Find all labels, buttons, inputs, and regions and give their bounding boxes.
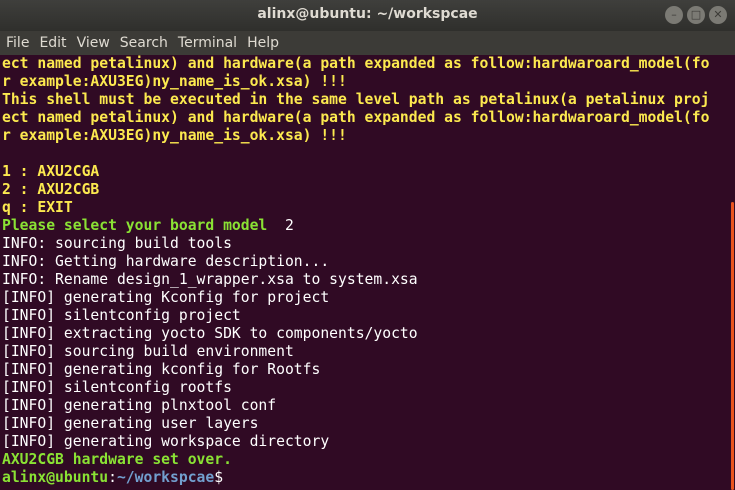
terminal-line: This shell must be executed in the same …	[2, 91, 726, 109]
close-icon[interactable]: ✕	[709, 6, 727, 24]
terminal-line-text: 1 : AXU2CGA	[2, 163, 100, 180]
terminal-line: Please select your board model 2	[2, 217, 726, 235]
menu-help[interactable]: Help	[243, 35, 283, 51]
terminal-line: [INFO] generating user layers	[2, 415, 726, 433]
terminal-line: [INFO] generating Kconfig for project	[2, 289, 726, 307]
terminal-line-text: [INFO] generating plnxtool conf	[2, 397, 277, 414]
terminal-line-text: ect named petalinux) and hardware(a path…	[2, 55, 710, 72]
minimize-icon[interactable]: –	[665, 6, 683, 24]
prompt-user-host: alinx@ubuntu	[2, 469, 109, 486]
scrollbar-thumb[interactable]	[731, 202, 734, 490]
terminal-line-text: INFO: sourcing build tools	[2, 235, 232, 252]
menu-view[interactable]: View	[73, 35, 114, 51]
prompt-symbol: $	[214, 469, 224, 486]
menu-bar: File Edit View Search Terminal Help	[0, 31, 735, 55]
menu-file[interactable]: File	[2, 35, 33, 51]
terminal-line: [INFO] sourcing build environment	[2, 343, 726, 361]
terminal-line-text: [INFO] generating kconfig for Rootfs	[2, 361, 321, 378]
terminal-line: INFO: Rename design_1_wrapper.xsa to sys…	[2, 271, 726, 289]
scrollbar[interactable]	[727, 55, 735, 490]
terminal-line-text: [INFO] silentconfig project	[2, 307, 241, 324]
terminal-line: [INFO] silentconfig rootfs	[2, 379, 726, 397]
terminal-line: 1 : AXU2CGA	[2, 163, 726, 181]
terminal-line-text: AXU2CGB hardware set over.	[2, 451, 232, 468]
terminal-line-text: [INFO] silentconfig rootfs	[2, 379, 232, 396]
terminal-line-text: [INFO] extracting yocto SDK to component…	[2, 325, 418, 342]
terminal-line: AXU2CGB hardware set over.	[2, 451, 726, 469]
terminal-line: r example:AXU3EG)ny_name_is_ok.xsa) !!!	[2, 127, 726, 145]
terminal-line: [INFO] generating plnxtool conf	[2, 397, 726, 415]
menu-search[interactable]: Search	[116, 35, 172, 51]
terminal-output[interactable]: ect named petalinux) and hardware(a path…	[0, 55, 726, 490]
terminal-line: 2 : AXU2CGB	[2, 181, 726, 199]
menu-terminal[interactable]: Terminal	[174, 35, 241, 51]
maximize-icon[interactable]: □	[687, 6, 705, 24]
terminal-line: [INFO] generating workspace directory	[2, 433, 726, 451]
terminal-line: r example:AXU3EG)ny_name_is_ok.xsa) !!!	[2, 73, 726, 91]
terminal-line-text: This shell must be executed in the same …	[2, 91, 710, 108]
terminal-line-text: r example:AXU3EG)ny_name_is_ok.xsa) !!!	[2, 73, 347, 90]
terminal-line-text: Please select your board model	[2, 217, 268, 234]
terminal-line: ect named petalinux) and hardware(a path…	[2, 55, 726, 73]
prompt-path: ~/workspcae	[116, 469, 215, 486]
user-input-text: 2	[267, 217, 294, 234]
terminal-line-text: [INFO] generating workspace directory	[2, 433, 330, 450]
terminal-line-text: 2 : AXU2CGB	[2, 181, 100, 198]
terminal-line: ect named petalinux) and hardware(a path…	[2, 109, 726, 127]
terminal-line: [INFO] generating kconfig for Rootfs	[2, 361, 726, 379]
menu-edit[interactable]: Edit	[35, 35, 70, 51]
terminal-line: q : EXIT	[2, 199, 726, 217]
terminal-line: INFO: Getting hardware description...	[2, 253, 726, 271]
terminal-line-text: [INFO] generating user layers	[2, 415, 259, 432]
prompt-separator: :	[108, 469, 117, 486]
terminal-line-text: r example:AXU3EG)ny_name_is_ok.xsa) !!!	[2, 127, 347, 144]
terminal-window: alinx@ubuntu: ~/workspcae – □ ✕ File Edi…	[0, 0, 735, 490]
terminal-line-text: [INFO] sourcing build environment	[2, 343, 294, 360]
title-bar[interactable]: alinx@ubuntu: ~/workspcae – □ ✕	[0, 0, 735, 31]
terminal-line-text: [INFO] generating Kconfig for project	[2, 289, 330, 306]
terminal-line: [INFO] silentconfig project	[2, 307, 726, 325]
terminal-line-text: q : EXIT	[2, 199, 73, 216]
shell-prompt: alinx@ubuntu:~/workspcae$	[2, 469, 726, 487]
terminal-line-text: INFO: Rename design_1_wrapper.xsa to sys…	[2, 271, 418, 288]
window-title: alinx@ubuntu: ~/workspcae	[257, 6, 478, 22]
window-controls: – □ ✕	[665, 6, 727, 24]
terminal-line: [INFO] extracting yocto SDK to component…	[2, 325, 726, 343]
terminal-line: INFO: sourcing build tools	[2, 235, 726, 253]
terminal-line-text: INFO: Getting hardware description...	[2, 253, 330, 270]
terminal-line-text: ect named petalinux) and hardware(a path…	[2, 109, 710, 126]
